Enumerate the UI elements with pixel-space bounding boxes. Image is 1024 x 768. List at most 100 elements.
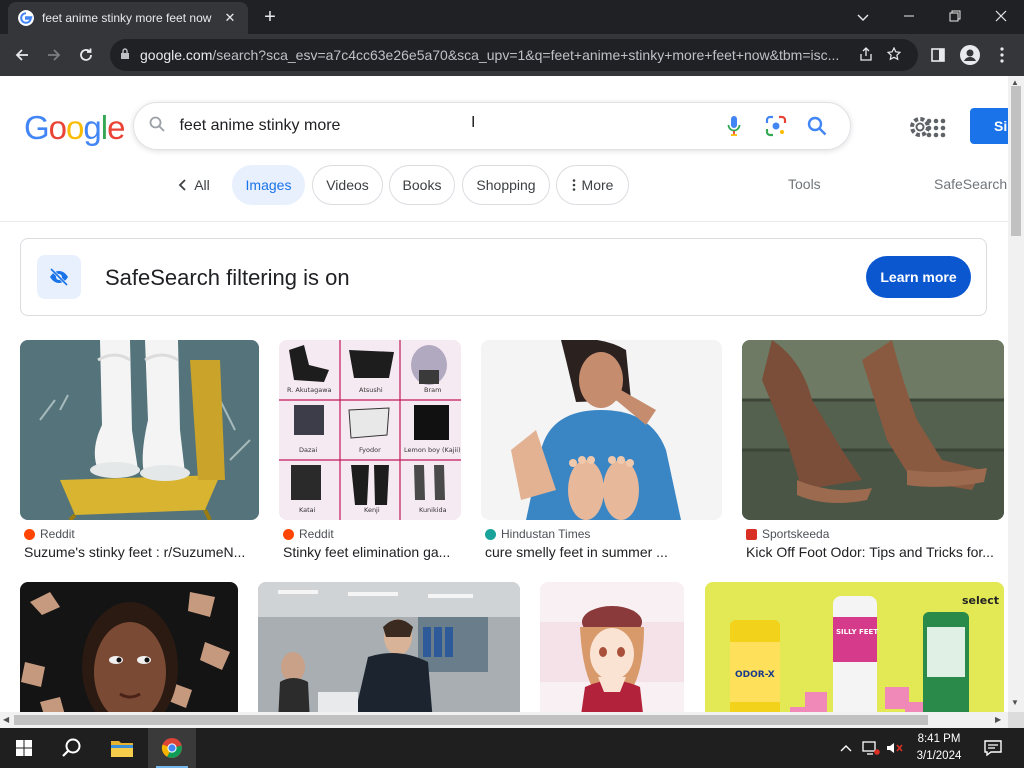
voice-search-icon[interactable] bbox=[713, 106, 755, 146]
result-image-4[interactable] bbox=[742, 340, 1004, 520]
taskbar-clock[interactable]: 8:41 PM 3/1/2024 bbox=[908, 731, 970, 765]
browser-title-bar: feet anime stinky more feet now ✕ + bbox=[0, 0, 1024, 34]
visibility-off-icon bbox=[37, 255, 81, 299]
result-image-2[interactable]: R. Akutagawa Atsushi Bram Dazai Fyodor L… bbox=[279, 340, 461, 520]
forward-icon[interactable] bbox=[38, 39, 70, 71]
url-domain: google.com bbox=[140, 47, 213, 63]
browser-tab[interactable]: feet anime stinky more feet now ✕ bbox=[8, 2, 248, 34]
url-path: /search?sca_esv=a7c4cc63e26e5a70&sca_upv… bbox=[212, 47, 840, 63]
search-filter-chips: All Images Videos Books Shopping More To… bbox=[0, 164, 1008, 206]
sign-in-button[interactable]: Si bbox=[970, 108, 1008, 144]
vertical-scroll-thumb[interactable] bbox=[1011, 86, 1021, 236]
address-bar[interactable]: google.com/search?sca_esv=a7c4cc63e26e5a… bbox=[110, 39, 918, 71]
result-image-1[interactable] bbox=[20, 340, 259, 520]
google-favicon-icon bbox=[18, 10, 34, 26]
learn-more-button[interactable]: Learn more bbox=[866, 256, 971, 298]
volume-muted-icon[interactable] bbox=[884, 728, 906, 768]
product-brand-label: select bbox=[962, 594, 999, 607]
notifications-icon[interactable] bbox=[978, 728, 1008, 768]
grid-label-8: Kenji bbox=[364, 506, 380, 514]
scroll-right-arrow-icon[interactable]: ▶ bbox=[995, 715, 1001, 724]
google-logo[interactable]: Google bbox=[24, 109, 125, 147]
chrome-taskbar-icon[interactable] bbox=[148, 728, 196, 768]
network-icon[interactable] bbox=[860, 728, 882, 768]
web-page: Google I Si All Images Videos Book bbox=[0, 76, 1008, 712]
side-panel-icon[interactable] bbox=[922, 39, 954, 71]
result-image-8[interactable]: select ODOR-X SILLY FEET bbox=[705, 582, 1004, 712]
new-tab-button[interactable]: + bbox=[258, 6, 282, 30]
grid-label-5: Fyodor bbox=[359, 446, 381, 454]
windows-start-icon[interactable] bbox=[0, 728, 48, 768]
file-explorer-icon[interactable] bbox=[98, 728, 146, 768]
horizontal-scrollbar[interactable]: ◀ ▶ bbox=[0, 712, 1008, 728]
chrome-menu-icon[interactable] bbox=[986, 39, 1018, 71]
result-source-name-2: Reddit bbox=[299, 527, 334, 541]
tools-button[interactable]: Tools bbox=[788, 176, 821, 192]
product-silly-label: SILLY FEET bbox=[836, 628, 878, 636]
chip-all[interactable]: All bbox=[166, 165, 222, 205]
chip-more-label: More bbox=[581, 177, 614, 193]
text-cursor-icon: I bbox=[471, 114, 476, 131]
result-source-2[interactable]: Reddit bbox=[283, 527, 334, 541]
browser-toolbar: google.com/search?sca_esv=a7c4cc63e26e5a… bbox=[0, 34, 1024, 76]
result-caption-1[interactable]: Suzume's stinky feet : r/SuzumeN... bbox=[24, 544, 259, 560]
google-apps-icon[interactable] bbox=[924, 116, 948, 140]
safesearch-button[interactable]: SafeSearch bbox=[934, 176, 1007, 192]
safesearch-banner: SafeSearch filtering is on Learn more bbox=[20, 238, 987, 316]
result-source-1[interactable]: Reddit bbox=[24, 527, 75, 541]
reload-icon[interactable] bbox=[70, 39, 102, 71]
scroll-down-arrow-icon[interactable]: ▼ bbox=[1011, 698, 1019, 707]
chip-images[interactable]: Images bbox=[232, 165, 305, 205]
lock-icon bbox=[120, 47, 140, 63]
tab-close-icon[interactable]: ✕ bbox=[222, 10, 238, 26]
grid-label-1: R. Akutagawa bbox=[287, 386, 332, 394]
hindustan-times-icon bbox=[485, 528, 496, 540]
tab-search-icon[interactable] bbox=[840, 4, 886, 30]
result-caption-4[interactable]: Kick Off Foot Odor: Tips and Tricks for.… bbox=[746, 544, 1004, 560]
vertical-scrollbar[interactable]: ▲ ▼ bbox=[1008, 76, 1024, 712]
result-image-7[interactable] bbox=[540, 582, 684, 712]
clock-time: 8:41 PM bbox=[917, 733, 961, 745]
result-caption-3[interactable]: cure smelly feet in summer ... bbox=[485, 544, 722, 560]
horizontal-scroll-thumb[interactable] bbox=[14, 715, 928, 725]
chip-videos[interactable]: Videos bbox=[312, 165, 383, 205]
result-image-3[interactable] bbox=[481, 340, 722, 520]
result-image-5[interactable] bbox=[20, 582, 238, 712]
chip-more[interactable]: More bbox=[556, 165, 629, 205]
show-hidden-icons-icon[interactable] bbox=[838, 728, 854, 768]
clock-date: 3/1/2024 bbox=[916, 750, 962, 762]
chevron-left-icon bbox=[178, 179, 186, 191]
grid-label-9: Kunikida bbox=[419, 506, 447, 514]
url-text: google.com/search?sca_esv=a7c4cc63e26e5a… bbox=[140, 47, 840, 63]
chip-books[interactable]: Books bbox=[389, 165, 455, 205]
result-source-name-4: Sportskeeda bbox=[762, 527, 830, 541]
profile-avatar-icon[interactable] bbox=[954, 39, 986, 71]
product-odorx-label: ODOR-X bbox=[735, 670, 775, 680]
search-icon bbox=[134, 116, 179, 137]
taskbar-search-icon[interactable] bbox=[48, 728, 96, 768]
close-window-button[interactable] bbox=[978, 4, 1024, 30]
windows-taskbar: 8:41 PM 3/1/2024 bbox=[0, 728, 1024, 768]
search-submit-icon[interactable] bbox=[796, 106, 838, 146]
scroll-left-arrow-icon[interactable]: ◀ bbox=[3, 715, 9, 724]
result-image-6[interactable] bbox=[258, 582, 520, 712]
share-icon[interactable] bbox=[852, 46, 880, 64]
minimize-button[interactable] bbox=[886, 4, 932, 30]
grid-label-2: Atsushi bbox=[359, 386, 383, 394]
grid-label-7: Katai bbox=[299, 506, 316, 514]
header-divider bbox=[0, 221, 1008, 222]
result-source-4[interactable]: Sportskeeda bbox=[746, 527, 829, 541]
safesearch-message: SafeSearch filtering is on bbox=[105, 265, 350, 290]
chip-shopping[interactable]: Shopping bbox=[462, 165, 550, 205]
search-input[interactable] bbox=[179, 117, 714, 135]
back-icon[interactable] bbox=[6, 39, 38, 71]
grid-label-6: Lemon boy (Kajii) bbox=[404, 446, 461, 454]
result-caption-2[interactable]: Stinky feet elimination ga... bbox=[283, 544, 461, 560]
result-source-name-3: Hindustan Times bbox=[501, 527, 591, 541]
lens-search-icon[interactable] bbox=[755, 106, 797, 146]
bookmark-star-icon[interactable] bbox=[880, 46, 908, 64]
reddit-icon bbox=[283, 528, 294, 540]
result-source-3[interactable]: Hindustan Times bbox=[485, 527, 590, 541]
restore-button[interactable] bbox=[932, 4, 978, 30]
sportskeeda-icon bbox=[746, 528, 757, 540]
